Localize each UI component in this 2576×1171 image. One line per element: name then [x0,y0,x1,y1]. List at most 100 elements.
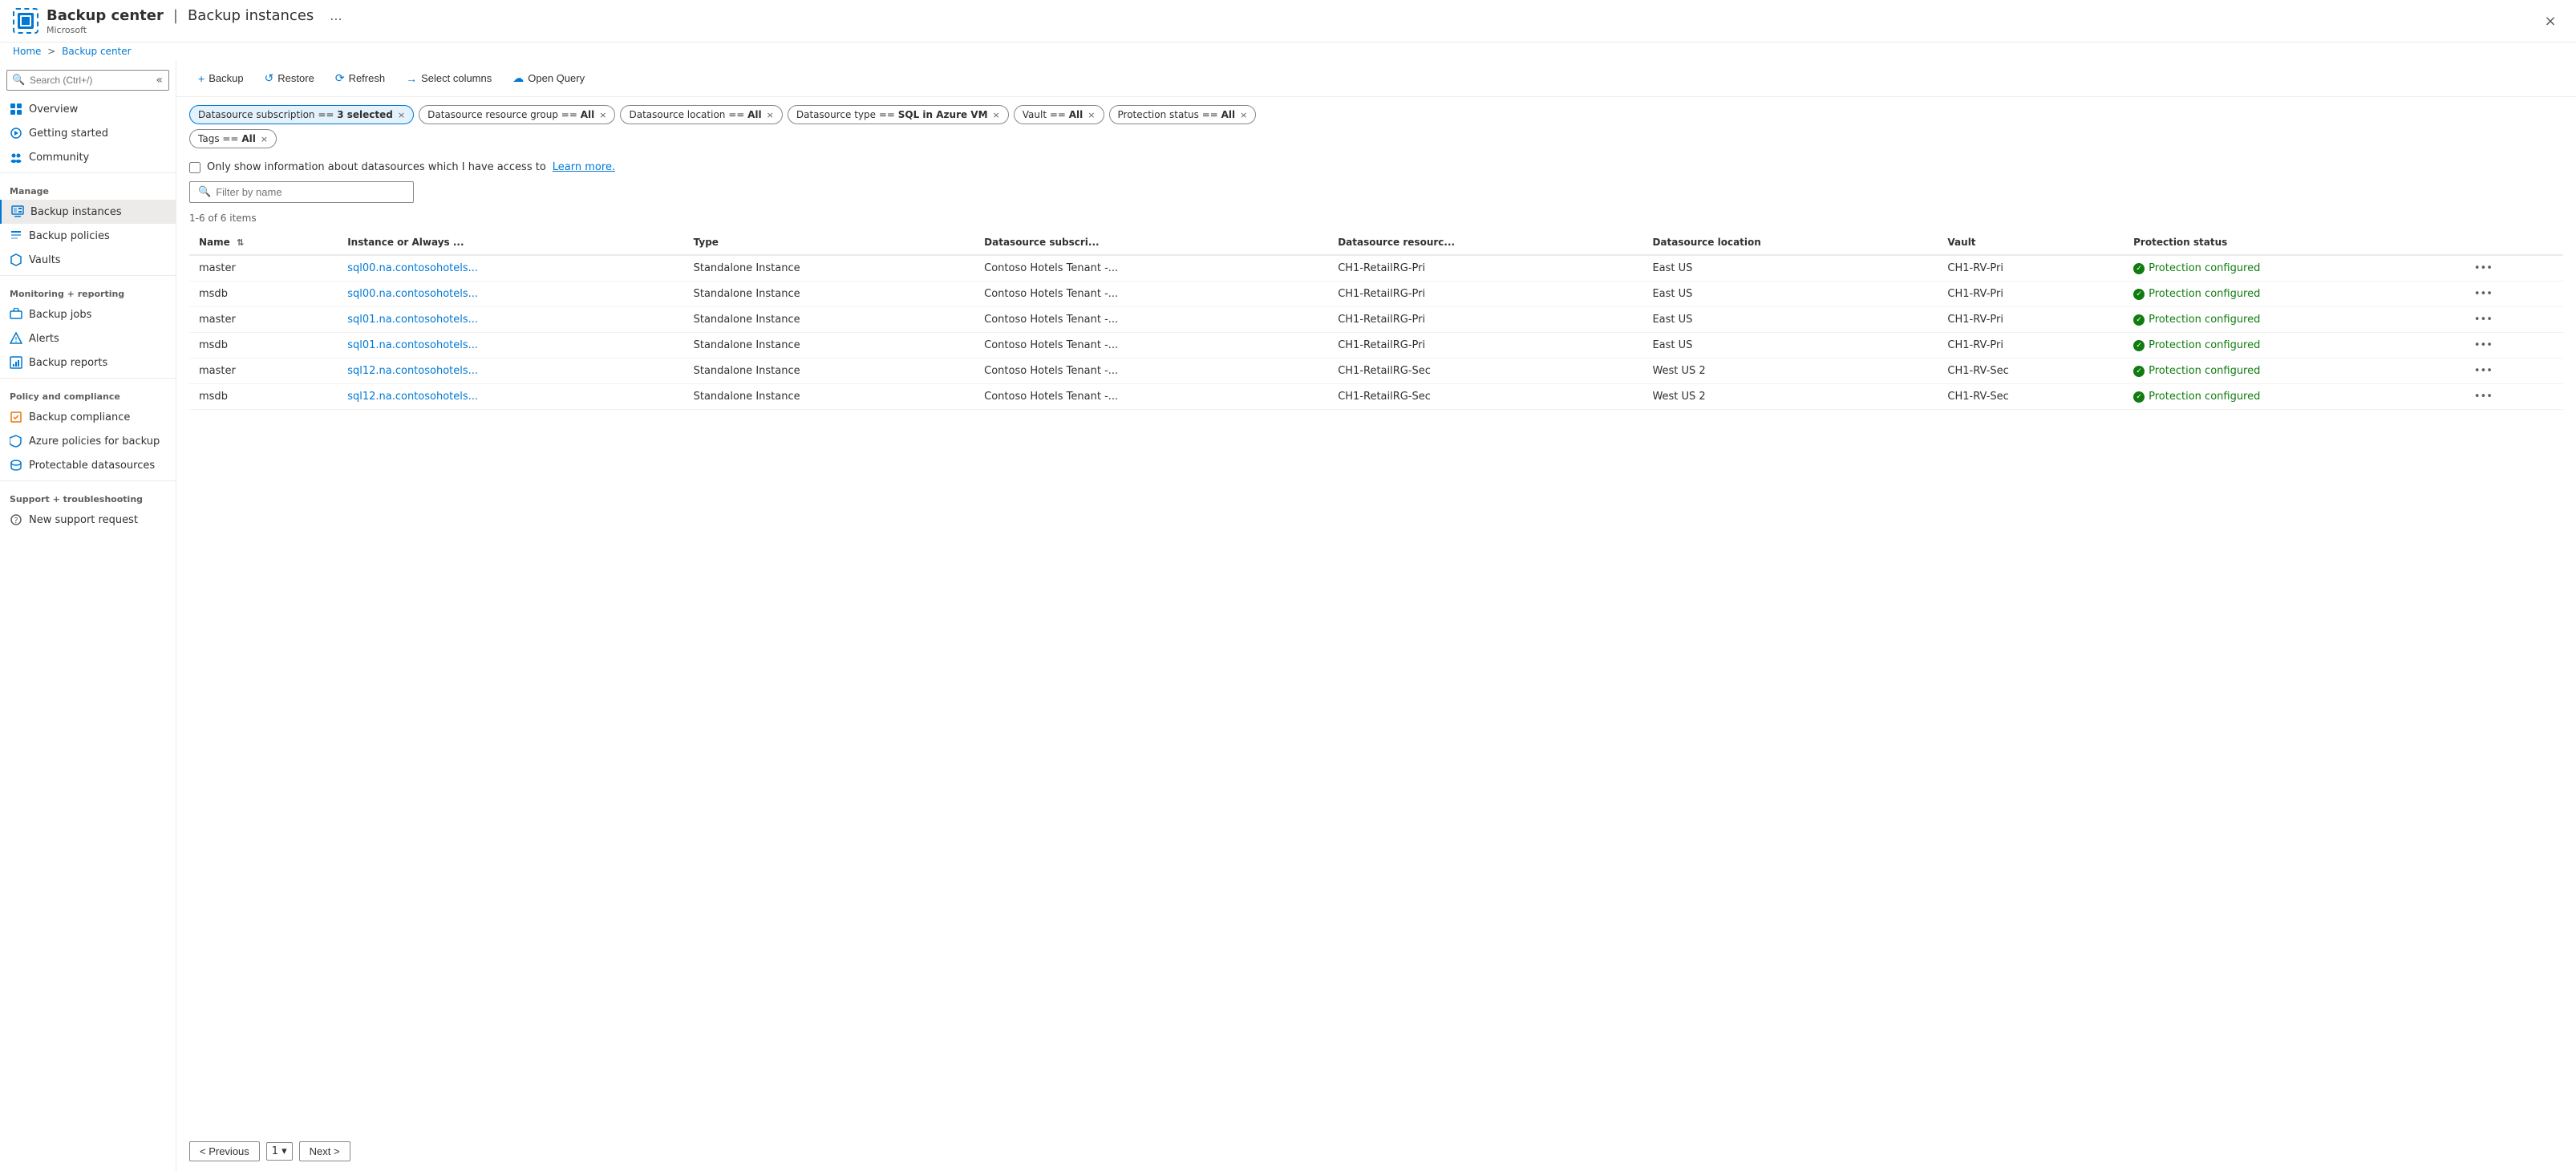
row-menu-button-3[interactable]: ••• [2471,338,2496,353]
cell-datasource-resource-5: CH1-RetailRG-Sec [1328,384,1642,410]
sidebar-label-backup-policies: Backup policies [29,230,110,242]
filter-datasource-location[interactable]: Datasource location == All × [620,105,782,124]
cell-menu-4[interactable]: ••• [2461,359,2563,384]
sidebar: 🔍 « Overview Getting started Community M… [0,60,176,1171]
cell-instance-5[interactable]: sql12.na.contosohotels... [338,384,683,410]
getting-started-icon [10,127,22,140]
protectable-datasources-icon [10,459,22,472]
cell-instance-1[interactable]: sql00.na.contosohotels... [338,282,683,307]
sidebar-item-vaults[interactable]: Vaults [0,248,176,272]
open-query-button[interactable]: ☁ Open Query [504,67,593,90]
backup-button[interactable]: + + Backup Backup [189,67,253,90]
cell-datasource-resource-1: CH1-RetailRG-Pri [1328,282,1642,307]
breadcrumb-home[interactable]: Home [13,46,41,57]
filter-datasource-subscription[interactable]: Datasource subscription == 3 selected × [189,105,414,124]
table-row: msdb sql01.na.contosohotels... Standalon… [189,333,2563,359]
collapse-icon[interactable]: « [156,74,163,87]
vaults-icon [10,253,22,266]
row-menu-button-0[interactable]: ••• [2471,261,2496,276]
row-menu-button-5[interactable]: ••• [2471,389,2496,404]
learn-more-link[interactable]: Learn more. [553,161,615,173]
alerts-icon [10,332,22,345]
refresh-icon: ⟳ [335,71,345,85]
row-menu-button-2[interactable]: ••• [2471,312,2496,327]
filter-close-icon[interactable]: × [398,110,405,120]
ellipsis-menu-button[interactable]: ... [325,6,346,25]
row-menu-button-1[interactable]: ••• [2471,286,2496,302]
breadcrumb-separator: > [47,46,55,57]
select-columns-icon: → [406,72,417,85]
filter-close-icon-4[interactable]: × [993,110,1000,120]
cell-vault-2: CH1-RV-Pri [1938,307,2124,333]
restore-button[interactable]: ↺ Restore [256,67,323,90]
datasource-access-checkbox[interactable] [189,162,200,173]
filter-datasource-resource-group[interactable]: Datasource resource group == All × [419,105,615,124]
sidebar-search-area: 🔍 « [6,70,169,91]
col-header-vault: Vault [1938,230,2124,255]
filter-label-tags: Tags == All [198,133,256,144]
cell-datasource-subscription-3: Contoso Hotels Tenant -... [974,333,1328,359]
cell-type-1: Standalone Instance [684,282,975,307]
cell-menu-0[interactable]: ••• [2461,255,2563,282]
cell-type-0: Standalone Instance [684,255,975,282]
filter-close-icon-3[interactable]: × [767,110,774,120]
sidebar-item-backup-policies[interactable]: Backup policies [0,224,176,248]
sidebar-item-new-support-request[interactable]: ? New support request [0,508,176,532]
protection-status-label: Protection configured [2149,391,2260,403]
cell-menu-3[interactable]: ••• [2461,333,2563,359]
cell-menu-5[interactable]: ••• [2461,384,2563,410]
filter-datasource-type[interactable]: Datasource type == SQL in Azure VM × [788,105,1009,124]
sidebar-item-backup-compliance[interactable]: Backup compliance [0,405,176,429]
cell-vault-1: CH1-RV-Pri [1938,282,2124,307]
new-support-request-icon: ? [10,513,22,526]
cell-instance-4[interactable]: sql12.na.contosohotels... [338,359,683,384]
filter-close-icon-7[interactable]: × [261,134,268,144]
backup-reports-icon [10,356,22,369]
page-select[interactable]: 1 ▾ [266,1142,293,1161]
filter-tags[interactable]: Tags == All × [189,129,277,148]
cell-datasource-location-0: East US [1642,255,1938,282]
cell-instance-2[interactable]: sql01.na.contosohotels... [338,307,683,333]
cell-menu-2[interactable]: ••• [2461,307,2563,333]
cell-datasource-location-1: East US [1642,282,1938,307]
sidebar-item-protectable-datasources[interactable]: Protectable datasources [0,453,176,477]
protection-configured-icon: ✓ [2133,340,2145,351]
sidebar-nav-overview[interactable]: Overview [0,97,176,121]
next-button[interactable]: Next > [299,1141,350,1161]
cell-instance-3[interactable]: sql01.na.contosohotels... [338,333,683,359]
sidebar-item-alerts[interactable]: Alerts [0,326,176,350]
search-input[interactable] [6,70,169,91]
sidebar-item-backup-instances[interactable]: Backup instances [0,200,176,224]
sidebar-item-azure-policies[interactable]: Azure policies for backup [0,429,176,453]
cell-protection-status-2: ✓ Protection configured [2124,307,2461,333]
filter-by-name-input[interactable] [216,186,405,198]
filter-vault[interactable]: Vault == All × [1014,105,1104,124]
row-menu-button-4[interactable]: ••• [2471,363,2496,379]
filter-label-datasource-location: Datasource location == All [629,109,761,120]
sidebar-section-monitoring: Monitoring + reporting [0,279,176,302]
filter-close-icon-6[interactable]: × [1240,110,1247,120]
col-header-actions [2461,230,2563,255]
filter-close-icon-5[interactable]: × [1088,110,1095,120]
search-filter: 🔍 [189,181,414,203]
sidebar-nav-getting-started[interactable]: Getting started [0,121,176,145]
refresh-button[interactable]: ⟳ Refresh [326,67,394,90]
sidebar-nav-community[interactable]: Community [0,145,176,169]
breadcrumb-current[interactable]: Backup center [62,46,131,57]
cell-instance-0[interactable]: sql00.na.contosohotels... [338,255,683,282]
sidebar-item-backup-jobs[interactable]: Backup jobs [0,302,176,326]
filters-area: Datasource subscription == 3 selected × … [176,97,2576,156]
filter-search-icon: 🔍 [198,186,211,198]
cell-protection-status-0: ✓ Protection configured [2124,255,2461,282]
filter-protection-status[interactable]: Protection status == All × [1109,105,1257,124]
cell-menu-1[interactable]: ••• [2461,282,2563,307]
filter-close-icon-2[interactable]: × [599,110,606,120]
sort-icon-name[interactable]: ⇅ [237,237,244,248]
protection-status-label: Protection configured [2149,339,2260,351]
sidebar-item-backup-reports[interactable]: Backup reports [0,350,176,375]
sidebar-label-community: Community [29,152,89,164]
select-columns-button[interactable]: → Select columns [397,67,500,90]
sidebar-label-getting-started: Getting started [29,128,108,140]
close-button[interactable]: × [2538,8,2563,34]
previous-button[interactable]: < Previous [189,1141,260,1161]
